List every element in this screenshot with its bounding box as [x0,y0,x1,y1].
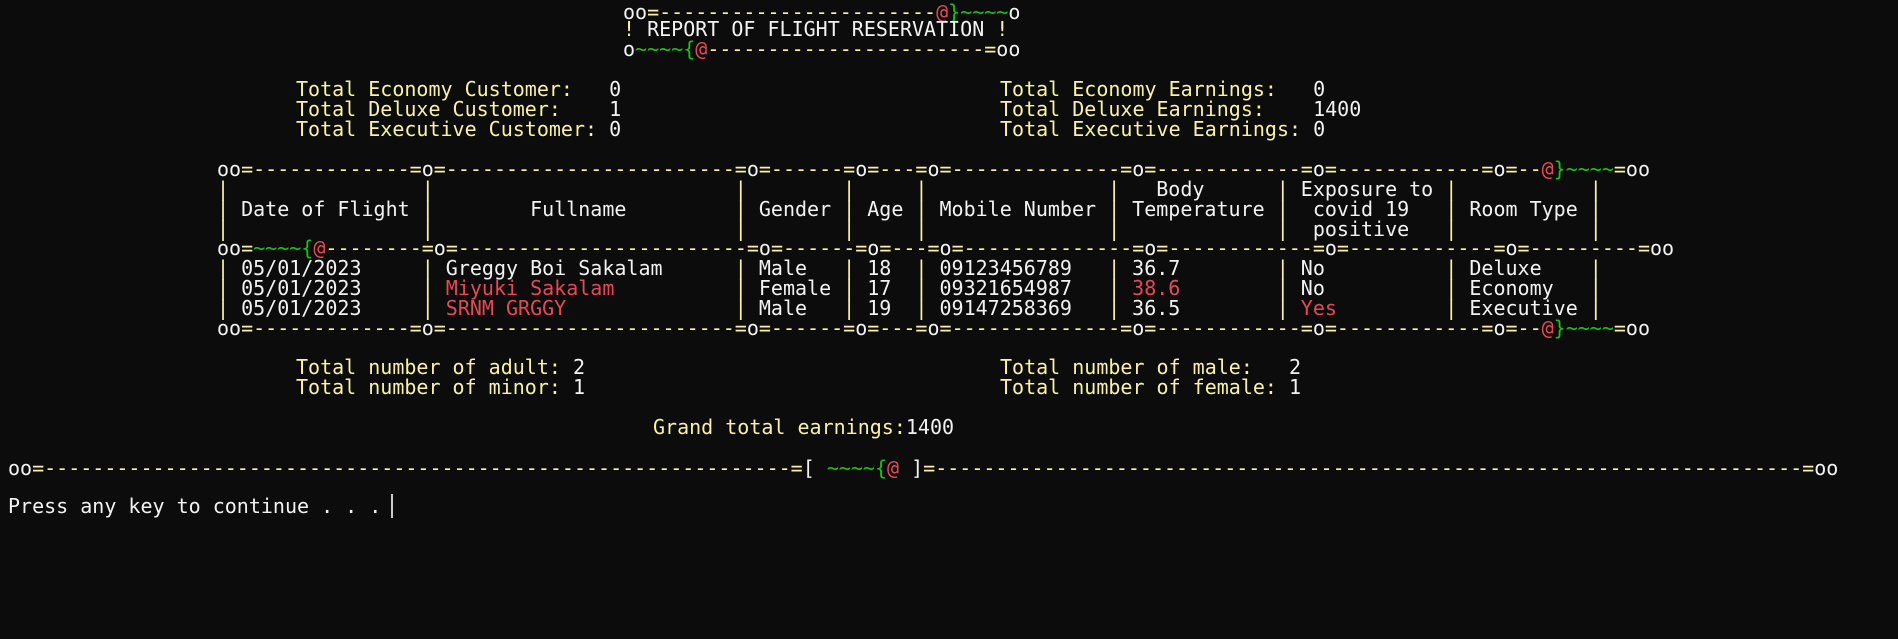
summary-executive-customer: Total Executive Customer: 0 [296,117,621,141]
line-segment: =--------------= [939,316,1133,340]
summary-value: 0 [609,117,622,141]
line-segment: }~~~~ [1553,316,1614,340]
summary-executive-earnings: Total Executive Earnings: 0 [1000,117,1325,141]
line-segment: oo [1625,157,1651,181]
line-segment: = [1613,157,1626,181]
total-minor: Total number of minor: 1 [296,375,585,399]
terminal-window[interactable]: oo=-----------------------@}~~~~o ! REPO… [0,0,1898,639]
line-segment: o [746,316,759,340]
total-value: 1 [572,375,585,399]
grand-total-earnings: Grand total earnings:1400 [653,415,954,439]
total-label: Total number of female: [1000,375,1289,399]
total-label: Total number of minor: [296,375,573,399]
line-segment: =-------------= [241,316,422,340]
line-segment: o [1132,316,1145,340]
continue-prompt[interactable]: Press any key to continue . . . [8,494,394,518]
grand-total-label: Grand total earnings: [653,415,906,439]
line-segment: o [1008,0,1021,24]
total-value: 1 [1288,375,1302,399]
line-segment: = [1613,316,1626,340]
line-segment: oo [1625,316,1651,340]
continue-prompt-text: Press any key to continue . . . [8,494,382,518]
table-bottom-border: oo=-------------=o=---------------------… [217,316,1650,340]
line-segment: oo [1650,236,1675,260]
line-segment: @ [695,37,708,61]
line-segment: =------= [758,316,856,340]
line-segment: o [1312,316,1325,340]
line-segment: =---------------------------------------… [32,456,803,480]
line-segment: oo [217,316,242,340]
grand-total-value: 1400 [905,415,955,439]
summary-label: Total Executive Earnings: [1000,117,1314,141]
line-segment: -----------------------= [707,37,997,61]
text-cursor [391,494,394,518]
line-segment: o [1493,316,1506,340]
line-segment: @ [1541,316,1554,340]
total-female: Total number of female: 1 [1000,375,1301,399]
line-segment: @ [887,456,900,480]
line-segment: o [855,316,868,340]
line-segment: o [623,37,636,61]
summary-value: 0 [1313,117,1326,141]
line-segment: =-- [1505,316,1542,340]
report-header-bottom-border: o~~~~{@-----------------------=oo [623,37,1020,61]
line-segment: o [421,316,434,340]
line-segment: [ [802,456,827,480]
line-segment: ] [899,456,924,480]
line-segment: o [927,316,940,340]
line-segment: =---------------------------------------… [923,456,1815,480]
line-segment: =------------------------= [433,316,747,340]
summary-label: Total Executive Customer: [296,117,610,141]
line-segment: oo [996,37,1021,61]
line-segment: ~~~~{ [826,456,888,480]
line-segment: oo [8,456,33,480]
line-segment: oo [1814,456,1839,480]
line-segment: =---= [867,316,928,340]
footer-divider: oo=-------------------------------------… [8,456,1838,480]
line-segment: =------------= [1144,316,1313,340]
line-segment: ~~~~{ [635,37,696,61]
line-segment: =------------= [1324,316,1494,340]
